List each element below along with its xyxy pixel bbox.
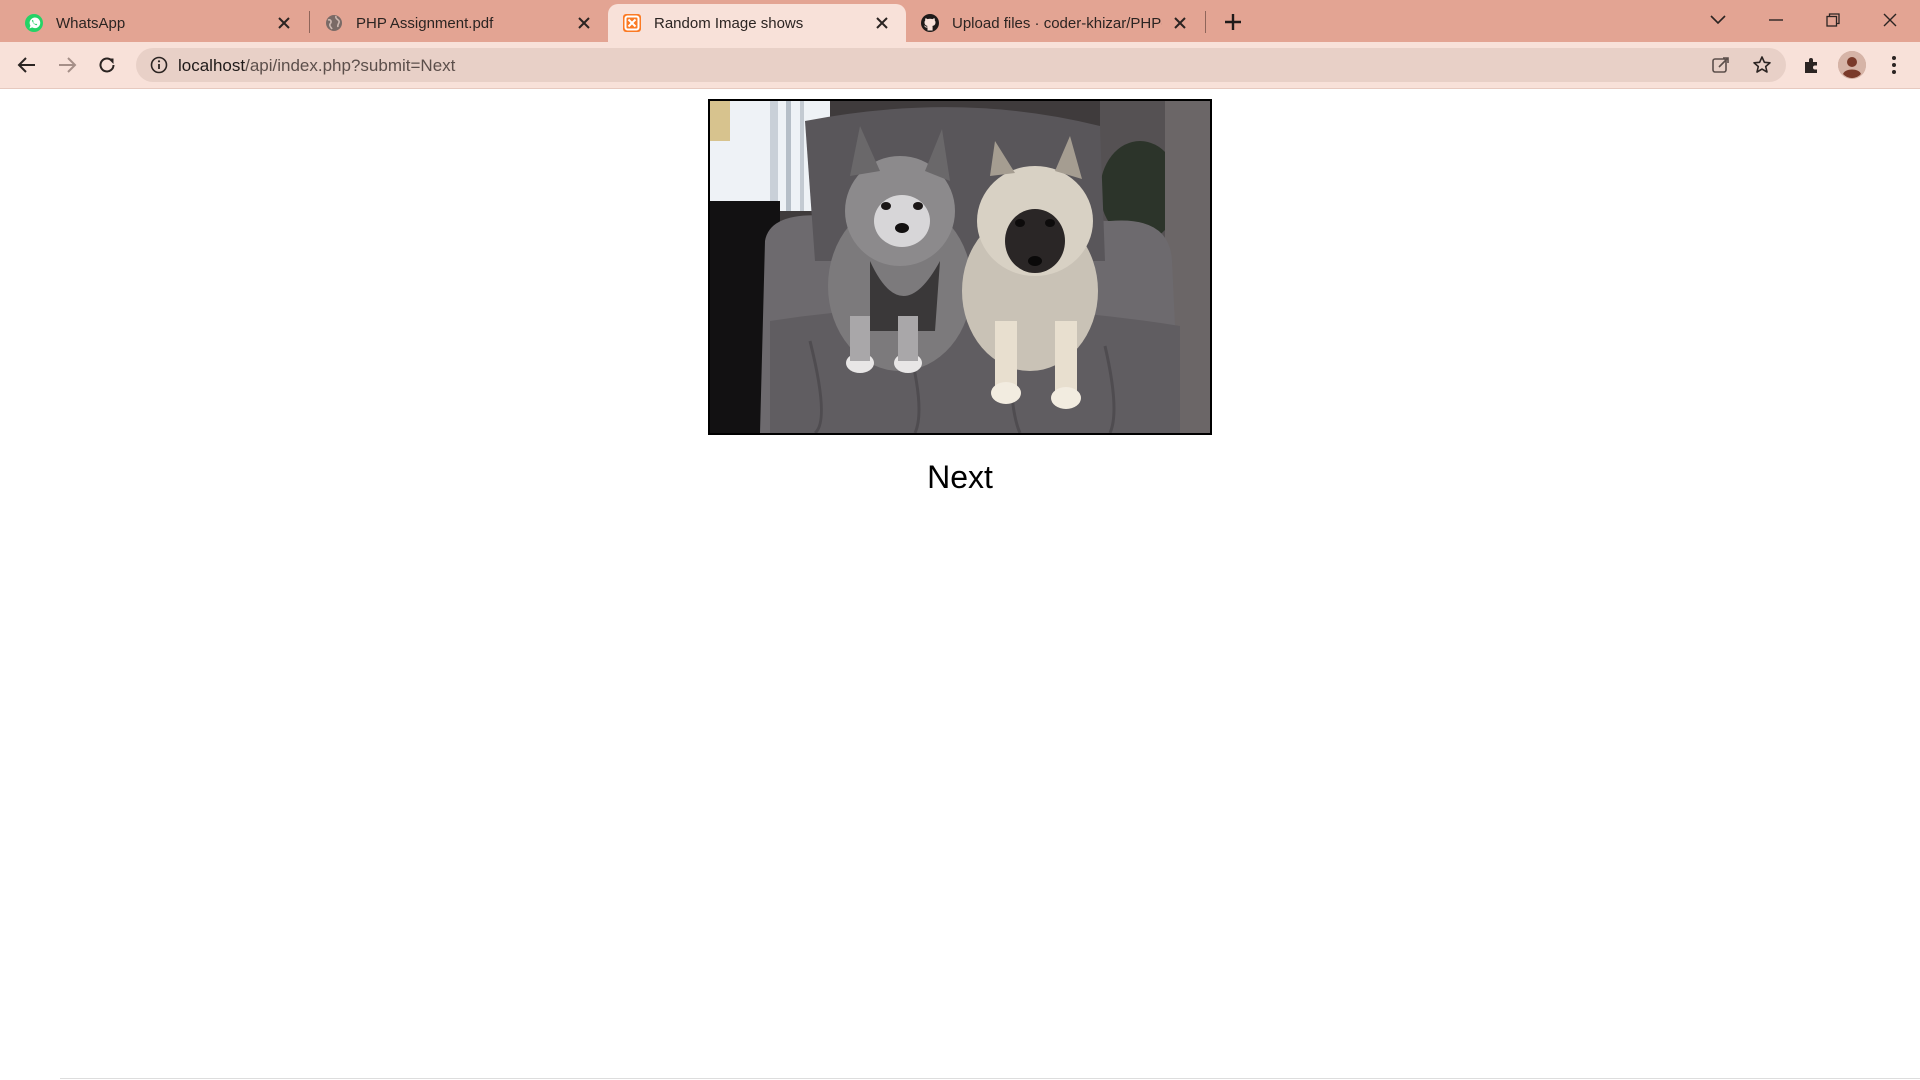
next-button[interactable]: Next bbox=[860, 459, 1060, 496]
menu-button[interactable] bbox=[1879, 50, 1909, 80]
arrow-right-icon bbox=[59, 57, 77, 73]
more-vert-icon bbox=[1892, 56, 1896, 74]
tab-title: Upload files · coder-khizar/PHP-F bbox=[952, 14, 1162, 32]
tab-title: WhatsApp bbox=[56, 14, 126, 32]
restore-icon bbox=[1826, 13, 1840, 27]
plus-icon bbox=[1225, 14, 1241, 30]
dog-photo bbox=[710, 101, 1210, 433]
close-icon[interactable] bbox=[872, 13, 892, 33]
url-path: /api/index.php?submit=Next bbox=[245, 56, 456, 75]
github-icon bbox=[920, 13, 940, 33]
person-icon bbox=[1838, 51, 1866, 79]
page-bottom-divider bbox=[60, 1078, 1920, 1079]
forward-button[interactable] bbox=[51, 49, 83, 81]
tab-whatsapp[interactable]: WhatsApp bbox=[0, 4, 308, 42]
reload-button[interactable] bbox=[91, 49, 123, 81]
share-icon[interactable] bbox=[1709, 53, 1733, 77]
close-window-button[interactable] bbox=[1862, 0, 1918, 40]
info-icon[interactable] bbox=[150, 56, 168, 74]
close-icon[interactable] bbox=[1170, 13, 1190, 33]
random-dog-image bbox=[708, 99, 1212, 435]
close-icon bbox=[1883, 13, 1897, 27]
tab-search-button[interactable] bbox=[1690, 0, 1746, 40]
arrow-left-icon bbox=[17, 57, 35, 73]
close-icon[interactable] bbox=[574, 13, 594, 33]
tab-title: Random Image shows bbox=[654, 14, 804, 32]
browser-toolbar: localhost/api/index.php?submit=Next bbox=[0, 42, 1920, 89]
back-button[interactable] bbox=[11, 49, 43, 81]
address-bar[interactable]: localhost/api/index.php?submit=Next bbox=[136, 48, 1786, 82]
url-text[interactable]: localhost/api/index.php?submit=Next bbox=[178, 56, 455, 76]
new-tab-button[interactable] bbox=[1219, 8, 1247, 36]
page-content: Next bbox=[0, 89, 1920, 1080]
minimize-button[interactable] bbox=[1748, 0, 1804, 40]
xampp-icon bbox=[622, 13, 642, 33]
minimize-icon bbox=[1769, 19, 1783, 21]
tab-title: PHP Assignment.pdf bbox=[356, 14, 494, 32]
profile-avatar[interactable] bbox=[1838, 51, 1866, 79]
whatsapp-icon bbox=[24, 13, 44, 33]
reload-icon bbox=[99, 57, 115, 73]
tab-upload-files[interactable]: Upload files · coder-khizar/PHP-F bbox=[906, 4, 1204, 42]
chevron-down-icon bbox=[1710, 15, 1726, 25]
star-icon[interactable] bbox=[1750, 53, 1774, 77]
tab-php-assignment[interactable]: PHP Assignment.pdf bbox=[310, 4, 608, 42]
globe-icon bbox=[324, 13, 344, 33]
tab-random-image[interactable]: Random Image shows bbox=[608, 4, 906, 42]
url-host: localhost bbox=[178, 56, 246, 75]
restore-button[interactable] bbox=[1805, 0, 1861, 40]
close-icon[interactable] bbox=[274, 13, 294, 33]
tab-separator bbox=[1205, 11, 1206, 33]
tab-strip: WhatsApp PHP Assignment.pdf Random Image… bbox=[0, 0, 1920, 42]
extensions-icon[interactable] bbox=[1797, 50, 1827, 80]
